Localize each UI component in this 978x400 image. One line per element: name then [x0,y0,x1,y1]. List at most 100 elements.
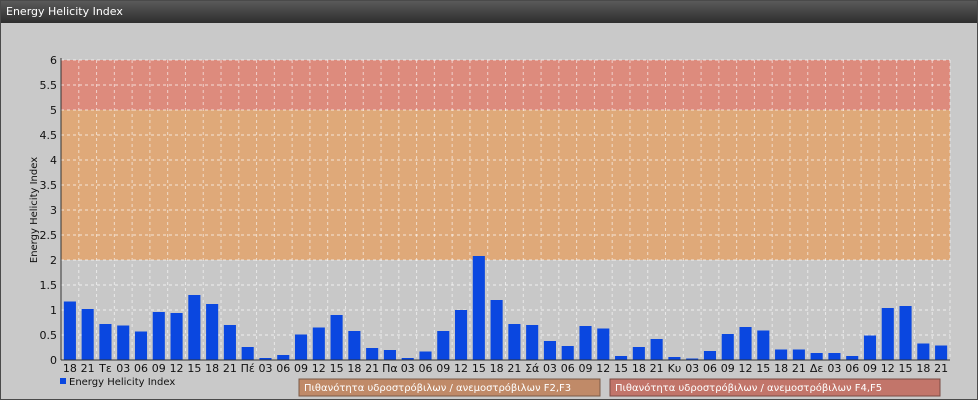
bar-20 [419,351,432,360]
bar-4 [134,331,148,360]
bar-17 [366,348,379,360]
bar-2 [99,324,112,360]
bar-21 [437,331,450,360]
x-tick-label-41: 21 [792,362,806,375]
bar-42 [810,353,823,360]
x-tick-label-10: Πέ [241,362,255,375]
y-tick-label-3: 1.5 [40,279,58,292]
bar-13 [294,334,308,360]
bar-16 [348,331,361,360]
x-tick-label-13: 09 [294,362,308,375]
x-tick-label-23: 15 [472,362,486,375]
x-tick-label-17: 21 [365,362,379,375]
x-tick-labels: 18 21 Τε 03 06 09 12 15 18 21 Πέ 03 06 09 12 15 18 21 Πα 03… [63,362,948,375]
x-tick-label-45: 09 [863,362,877,375]
x-tick-label-5: 09 [152,362,166,375]
bar-0 [63,301,76,360]
bar-32 [632,347,645,360]
y-tick-label-6: 3 [50,204,57,217]
bar-12 [277,355,290,360]
bar-1 [81,309,94,360]
y-tick-labels: 0 0.5 1 1.5 2 2.5 3 3.5 4 4.5 5 5.5 6 [40,54,58,367]
x-tick-label-9: 21 [223,362,237,375]
bar-5 [152,312,165,360]
x-tick-label-2: Τε [98,362,112,375]
x-tick-label-19: 03 [401,362,415,375]
bar-47 [899,306,912,360]
bar-8 [206,304,219,360]
x-tick-label-11: 03 [258,362,272,375]
x-tick-label-14: 12 [312,362,326,375]
x-tick-label-12: 06 [276,362,290,375]
bar-44 [846,356,859,360]
bar-28 [561,346,574,360]
x-tick-label-26: Σά [525,362,539,375]
x-tick-label-38: 12 [739,362,753,375]
x-tick-label-4: 06 [134,362,148,375]
y-tick-label-2: 1 [50,304,57,317]
x-tick-label-3: 03 [116,362,130,375]
bar-22 [455,310,468,360]
y-tick-label-11: 5.5 [40,79,58,92]
x-tick-label-16: 18 [347,362,361,375]
y-tick-label-7: 3.5 [40,179,58,192]
x-tick-label-46: 12 [881,362,895,375]
bar-14 [312,327,325,360]
x-tick-label-47: 15 [899,362,913,375]
x-tick-label-24: 18 [490,362,504,375]
ehi-chart: 00.511.522.533.544.555.56 18 21 Τε 03 06 09 12… [29,54,951,397]
x-tick-label-42: Δε [810,362,824,375]
x-tick-label-20: 06 [418,362,432,375]
legend-series-label: Energy Helicity Index [69,377,175,388]
x-tick-label-37: 09 [721,362,735,375]
bar-41 [792,349,805,360]
x-tick-label-27: 03 [543,362,557,375]
x-tick-label-1: 21 [81,362,95,375]
bar-30 [597,328,610,360]
bar-36 [703,351,717,360]
x-tick-label-35: 03 [685,362,699,375]
bar-27 [543,341,556,360]
x-tick-label-21: 09 [436,362,450,375]
bar-24 [490,300,503,360]
bar-31 [615,356,628,360]
x-tick-label-36: 06 [703,362,717,375]
x-tick-label-18: Πα [382,362,398,375]
bar-29 [579,326,592,360]
x-tick-label-34: Κυ [668,362,682,375]
bar-26 [526,325,539,360]
y-tick-label-9: 4.5 [40,129,58,142]
y-tick-label-0: 0 [50,354,57,367]
bar-40 [775,349,788,360]
x-tick-label-48: 18 [916,362,930,375]
bar-46 [881,308,894,360]
bar-9 [223,325,236,360]
x-tick-label-33: 21 [650,362,664,375]
x-tick-label-32: 18 [632,362,646,375]
bar-10 [241,347,254,360]
bar-45 [863,335,877,360]
bar-6 [170,313,183,360]
x-tick-label-40: 18 [774,362,788,375]
legend-swatch [60,378,66,384]
y-tick-label-1: 0.5 [40,329,58,342]
x-tick-label-44: 06 [845,362,859,375]
y-tick-label-8: 4 [50,154,57,167]
y-tick-label-10: 5 [50,104,57,117]
bar-25 [508,324,521,360]
bar-37 [721,334,734,360]
bar-33 [650,339,663,360]
x-tick-label-39: 15 [756,362,770,375]
y-axis-label: Energy Helicity Index [29,157,40,263]
bar-23 [472,256,485,360]
bar-15 [330,315,343,360]
legend-zone-f4f5-label: Πιθανότητα υδροστρόβιλων / ανεμοστρόβιλω… [615,382,882,394]
bar-7 [188,295,201,360]
bar-38 [739,327,752,360]
x-tick-label-25: 21 [507,362,521,375]
x-tick-label-49: 21 [934,362,948,375]
y-tick-label-4: 2 [50,254,57,267]
bar-39 [757,330,770,360]
x-tick-label-8: 18 [205,362,219,375]
x-tick-label-0: 18 [63,362,77,375]
